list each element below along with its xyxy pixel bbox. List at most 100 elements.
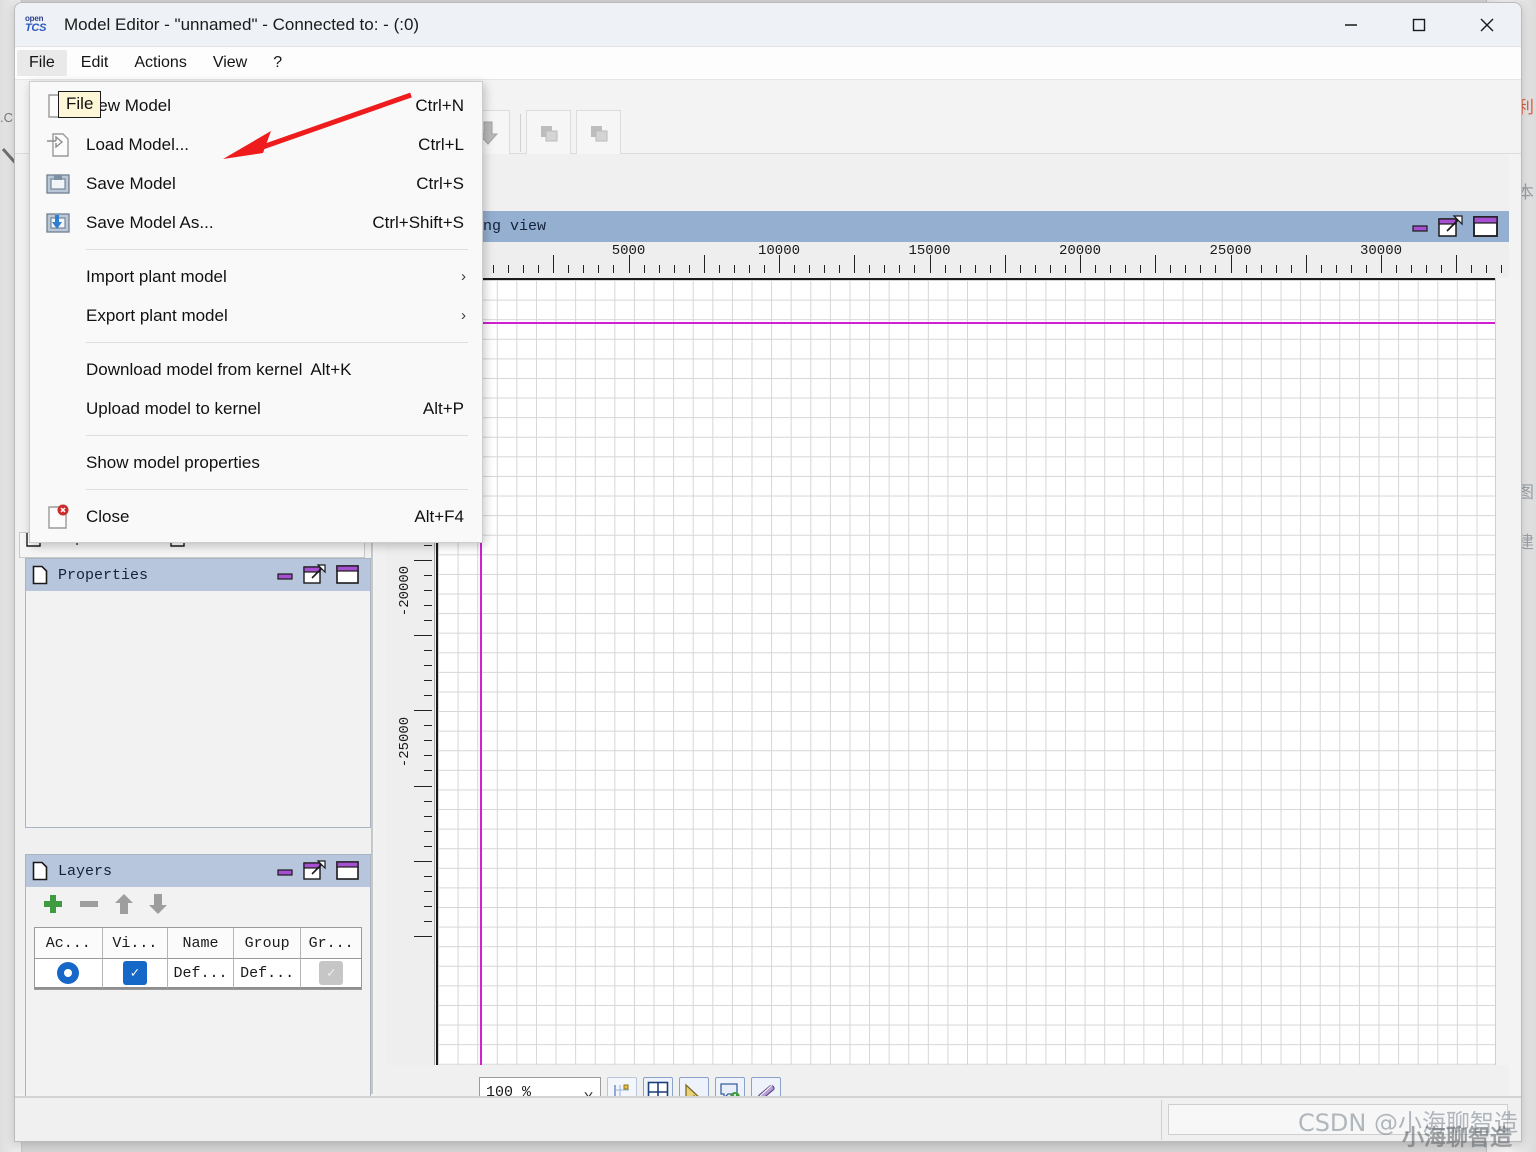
menu-separator-1	[86, 249, 468, 250]
menu-actions[interactable]: Actions	[122, 50, 198, 76]
file-tooltip: File	[58, 91, 102, 118]
minimize-icon[interactable]	[276, 566, 294, 584]
column-header-group-visible[interactable]: Gr...	[301, 928, 361, 959]
ruler-tick	[424, 830, 432, 832]
visible-checkbox[interactable]: ✓	[122, 961, 147, 985]
ruler-tick	[824, 265, 826, 273]
menu-item-close-accel: Alt+F4	[414, 506, 464, 526]
ruler-tick	[794, 265, 796, 273]
toolbar-group	[465, 110, 626, 155]
float-icon[interactable]	[1438, 214, 1464, 239]
ruler-tick	[424, 650, 432, 652]
menu-item-export-plant-model[interactable]: Export plant model ›	[30, 296, 482, 335]
arrow-up-icon[interactable]	[114, 893, 134, 915]
menu-item-new-model-accel: Ctrl+N	[415, 95, 464, 115]
menu-item-upload-model-to-kernel[interactable]: Upload model to kernel Alt+P	[30, 389, 482, 428]
layers-panel-titlebar[interactable]: Layers	[26, 855, 370, 887]
ruler-tick	[1064, 265, 1066, 273]
menu-item-save-model[interactable]: Save Model Ctrl+S	[30, 164, 482, 203]
maximize-icon[interactable]	[1473, 215, 1499, 238]
ruler-tick	[1365, 265, 1367, 273]
ruler-tick	[1200, 265, 1202, 273]
column-header-visible[interactable]: Vi...	[102, 928, 169, 959]
ruler-tick	[1260, 265, 1262, 273]
logo-line-bottom: TCS	[25, 22, 47, 34]
group-visible-checkbox[interactable]: ✓	[319, 961, 344, 985]
menu-view[interactable]: View	[201, 50, 259, 76]
active-radio[interactable]	[57, 962, 80, 984]
ruler-tick	[1501, 265, 1503, 273]
ruler-label: -20000	[397, 565, 413, 617]
cell-group-visible[interactable]: ✓	[301, 959, 361, 989]
layers-panel-title: Layers	[58, 862, 113, 880]
maximize-icon[interactable]	[336, 861, 360, 881]
menu-file[interactable]: File	[17, 50, 67, 76]
properties-panel-titlebar[interactable]: Properties	[26, 559, 370, 591]
properties-panel-body[interactable]	[26, 591, 370, 827]
minus-icon[interactable]	[78, 893, 100, 915]
menu-separator-2	[86, 342, 468, 343]
menu-item-show-model-properties[interactable]: Show model properties	[30, 443, 482, 482]
cell-visible[interactable]: ✓	[102, 959, 169, 989]
close-button[interactable]	[1453, 3, 1521, 47]
float-icon[interactable]	[303, 860, 327, 882]
window-titlebar[interactable]: open TCS Model Editor - "unnamed" - Conn…	[15, 3, 1521, 47]
maximize-button[interactable]	[1385, 3, 1453, 47]
cell-group[interactable]: Def...	[233, 959, 302, 989]
ruler-tick	[658, 265, 660, 273]
menu-item-import-plant-model[interactable]: Import plant model ›	[30, 257, 482, 296]
column-header-group[interactable]: Group	[233, 928, 302, 959]
model-editor-window: open TCS Model Editor - "unnamed" - Conn…	[14, 2, 1522, 1142]
ruler-tick	[424, 815, 432, 817]
column-header-name[interactable]: Name	[168, 928, 234, 959]
ruler-tick	[598, 265, 600, 273]
arrow-down-icon[interactable]	[148, 893, 168, 915]
float-icon[interactable]	[303, 564, 327, 586]
ruler-tick	[673, 265, 675, 273]
menubar: File Edit Actions View ?	[15, 47, 1521, 80]
ruler-tick	[1170, 265, 1172, 273]
menu-item-download-model-from-kernel[interactable]: Download model from kernel Alt+K	[30, 350, 482, 389]
ruler-label: 5000	[611, 243, 646, 259]
chevron-right-icon: ›	[461, 307, 466, 324]
ruler-tick	[424, 890, 432, 892]
maximize-icon[interactable]	[336, 565, 360, 585]
cell-name[interactable]: Def...	[168, 959, 234, 989]
ruler-tick	[523, 265, 525, 273]
window-title: Model Editor - "unnamed" - Connected to:…	[64, 14, 420, 34]
ruler-tick	[538, 265, 540, 273]
ruler-tick	[1441, 265, 1443, 273]
drawing-view-titlebar[interactable]: ng view	[475, 211, 1509, 242]
ruler-tick	[854, 255, 856, 273]
cell-active[interactable]	[35, 959, 103, 989]
menu-item-close[interactable]: Close Alt+F4	[30, 497, 482, 536]
menu-item-upload-model-accel: Alt+P	[422, 398, 464, 418]
menu-help[interactable]: ?	[261, 50, 294, 76]
minimize-icon[interactable]	[276, 862, 294, 880]
close-document-icon	[30, 504, 86, 530]
table-row[interactable]: ✓ Def... Def... ✓	[35, 959, 361, 989]
ruler-label: 15000	[908, 243, 951, 259]
menu-item-load-model[interactable]: Load Model... Ctrl+L	[30, 125, 482, 164]
plus-icon[interactable]	[42, 893, 64, 915]
ruler-tick	[1471, 265, 1473, 273]
menu-item-save-model-as-label: Save Model As...	[86, 212, 214, 232]
ruler-tick	[1095, 265, 1097, 273]
ruler-label: 10000	[757, 243, 801, 259]
minimize-button[interactable]	[1317, 3, 1385, 47]
menu-item-import-plant-model-label: Import plant model	[86, 266, 227, 286]
minimize-icon[interactable]	[1411, 218, 1429, 236]
paste-toolbar-button[interactable]	[576, 110, 621, 155]
column-header-active[interactable]: Ac...	[35, 928, 103, 959]
copy-toolbar-button[interactable]	[526, 110, 571, 155]
ruler-tick	[884, 265, 886, 273]
ruler-tick	[1155, 255, 1157, 273]
ruler-tick	[763, 265, 765, 273]
ruler-tick	[424, 589, 432, 591]
ruler-tick	[424, 695, 432, 697]
canvas-vertical-scrollbar[interactable]	[1495, 278, 1509, 1065]
drawing-canvas[interactable]	[436, 278, 1495, 1065]
menu-edit[interactable]: Edit	[69, 50, 121, 76]
ruler-tick	[424, 619, 432, 621]
menu-item-save-model-as[interactable]: Save Model As... Ctrl+Shift+S	[30, 203, 482, 242]
